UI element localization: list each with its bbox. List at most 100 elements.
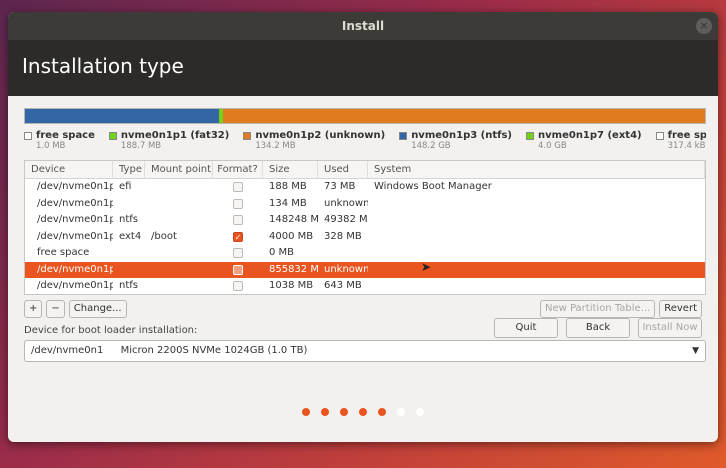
cell-used: unknown [324,263,368,275]
cell-format: ✓ [213,229,263,246]
add-partition-button[interactable]: + [24,300,43,318]
col-type[interactable]: Type [113,161,145,178]
cell-system [368,245,705,262]
cell-system [368,229,705,246]
cell-mount [145,196,213,213]
boot-device-path: /dev/nvme0n1 [31,345,104,356]
boot-device-select[interactable]: /dev/nvme0n1 Micron 2200S NVMe 1024GB (1… [24,340,706,362]
cell-size: 134 MB [269,197,307,209]
cell-format [213,196,263,213]
cell-used [318,245,368,262]
legend-label: nvme0n1p2 (unknown) [255,130,386,141]
cell-device: /dev/nvme0n1p1 [37,181,113,192]
partition-table: Device Type Mount point Format? Size Use… [24,160,706,295]
mouse-pointer-icon: ➤ [421,260,432,274]
table-row[interactable]: /dev/nvme0n1p3 ntfs 148248 MB 49382 MB [25,212,705,229]
title-bar: Install × [8,12,718,40]
legend-size: 4.0 GB [538,141,567,151]
cell-type: ext4 [119,230,142,242]
cell-used: unknown [324,197,368,209]
remove-partition-button[interactable]: − [46,300,65,318]
cell-size: 0 MB [269,247,295,258]
legend-item: nvme0n1p7 (ext4) 4.0 GB [526,130,642,158]
cell-mount [145,278,213,294]
format-checkbox[interactable]: ✓ [233,231,243,242]
cell-device: /dev/nvme0n1p8 [37,263,113,275]
legend-label: nvme0n1p1 (fat32) [120,130,230,141]
window-title: Install [341,19,385,33]
progress-dot [397,408,405,416]
chevron-down-icon: ▼ [692,346,699,356]
new-partition-table-button[interactable]: New Partition Table... [539,300,656,318]
cell-type: ntfs [119,280,138,291]
back-button[interactable]: Back [566,318,630,338]
cell-mount [145,179,213,196]
cell-format [213,245,263,262]
legend-item: nvme0n1p3 (ntfs) 148.2 GB [399,130,512,158]
cell-type: efi [119,181,132,192]
table-row[interactable]: /dev/nvme0n1p8 855832 MB unknown [25,261,705,279]
cell-system [368,196,705,213]
col-size[interactable]: Size [263,161,318,178]
legend-item: free space317.4 kB [655,130,706,158]
change-partition-button[interactable]: Change... [68,300,127,318]
cell-used: 328 MB [324,230,362,242]
disk-segment [25,109,219,123]
cell-device: /dev/nvme0n1p7 [37,230,113,242]
table-row[interactable]: free space 0 MB [25,245,705,262]
installer-window: Install × Installation type free space 1.… [8,12,718,442]
legend-size: 188.7 MB [120,141,162,151]
legend-size: 134.2 MB [255,141,296,151]
col-mount[interactable]: Mount point [145,161,213,178]
close-icon[interactable]: × [696,18,712,34]
progress-dot [359,408,367,416]
col-used[interactable]: Used [318,161,368,178]
format-checkbox[interactable] [233,182,243,192]
legend-label: nvme0n1p3 (ntfs) [411,130,513,141]
legend-swatch [24,131,32,140]
table-body: /dev/nvme0n1p1 efi 188 MB 73 MB Windows Boot… [25,179,705,294]
col-format[interactable]: Format? [213,161,263,178]
progress-dot [416,408,424,416]
install-now-button[interactable]: Install Now [638,318,702,338]
cell-size: 855832 MB [269,263,318,275]
legend-item: free space 1.0 MB [24,130,95,158]
cell-type [113,245,145,262]
table-row[interactable]: /dev/nvme0n1p2 134 MB unknown [25,196,705,213]
format-checkbox[interactable] [233,198,243,209]
cell-system: Windows Boot Manager [374,181,492,192]
boot-device-description: Micron 2200S NVMe 1024GB (1.0 TB) [120,345,308,356]
legend-label: nvme0n1p7 (ext4) [538,130,642,141]
legend-label: free space [667,130,706,141]
cell-device: /dev/nvme0n1p2 [37,197,113,209]
cell-format [213,212,263,229]
format-checkbox[interactable] [233,281,243,291]
table-row[interactable]: /dev/nvme0n1p4 ntfs 1038 MB 643 MB [25,278,705,294]
table-row[interactable]: /dev/nvme0n1p7 ext4/boot ✓ 4000 MB 328 MB [25,229,705,246]
page-title: Installation type [22,54,184,78]
cell-mount [145,245,213,262]
cell-format [213,262,263,279]
cell-size: 1038 MB [269,280,314,291]
col-system[interactable]: System [368,161,705,178]
cell-device: /dev/nvme0n1p3 [37,214,113,225]
progress-dot [302,408,310,416]
quit-button[interactable]: Quit [494,318,558,338]
cell-mount: /boot [151,230,177,242]
revert-button[interactable]: Revert [659,300,702,318]
cell-system [368,262,705,279]
progress-dots [0,408,726,416]
cell-type [113,196,145,213]
progress-dot [321,408,329,416]
format-checkbox[interactable] [233,248,243,258]
table-row[interactable]: /dev/nvme0n1p1 efi 188 MB 73 MB Windows Boot… [25,179,705,196]
main-content: free space 1.0 MB nvme0n1p1 (fat32) 188.7 M… [8,96,718,442]
format-checkbox[interactable] [233,264,243,275]
format-checkbox[interactable] [233,215,243,225]
cell-mount [145,212,213,229]
cell-mount [145,262,213,279]
progress-dot [378,408,386,416]
progress-dot [340,408,348,416]
cell-type: ntfs [119,214,138,225]
col-device[interactable]: Device [25,161,113,178]
